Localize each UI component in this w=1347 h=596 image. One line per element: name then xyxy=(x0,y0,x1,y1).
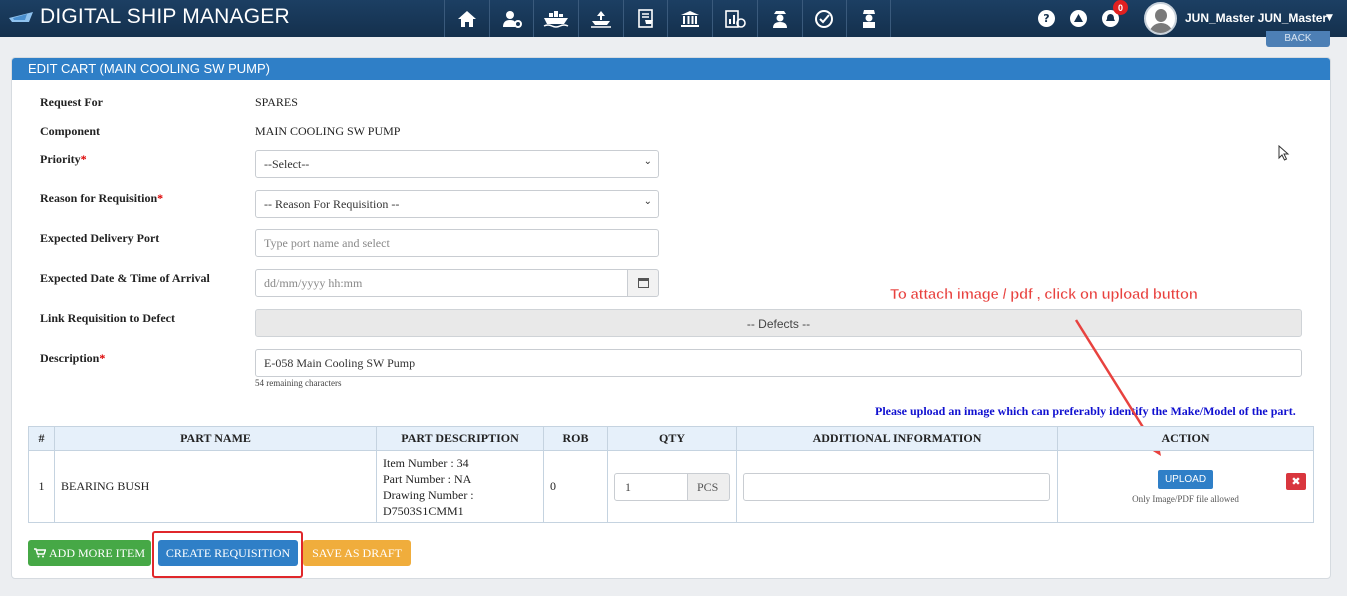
cart-list-icon[interactable] xyxy=(622,0,668,37)
ship-upload-icon[interactable] xyxy=(578,0,623,37)
bank-icon[interactable] xyxy=(667,0,712,37)
delivery-port-placeholder: Type port name and select xyxy=(264,236,390,250)
check-badge-icon[interactable] xyxy=(801,0,847,37)
close-icon: ✖ xyxy=(1291,475,1301,488)
ship-logo-icon xyxy=(9,12,33,22)
arrival-label: Expected Date & Time of Arrival xyxy=(40,271,210,285)
reason-label: Reason for Requisition* xyxy=(40,191,164,205)
header-actions: ? 0 xyxy=(1038,0,1128,37)
parts-table: # PART NAME PART DESCRIPTION ROB QTY ADD… xyxy=(28,426,1314,523)
notification-count-badge: 0 xyxy=(1113,0,1128,15)
chevron-down-icon: ⌄ xyxy=(643,196,652,207)
ship-icon[interactable] xyxy=(533,0,578,37)
qty-input[interactable]: 1 xyxy=(614,472,688,501)
save-as-draft-button[interactable]: SAVE AS DRAFT xyxy=(303,540,411,566)
reason-select[interactable]: -- Reason For Requisition -- ⌄ xyxy=(255,190,659,218)
description-label: Description* xyxy=(40,351,106,365)
component-label: Component xyxy=(40,124,101,138)
rob-value: 0 xyxy=(543,450,608,523)
reason-selected-value: -- Reason For Requisition -- xyxy=(264,197,400,211)
part-name: BEARING BUSH xyxy=(54,450,377,523)
description-value: E-058 Main Cooling SW Pump xyxy=(264,356,416,370)
captain-icon[interactable] xyxy=(846,0,891,37)
remaining-characters: 54 remaining characters xyxy=(255,378,342,388)
delivery-port-input[interactable]: Type port name and select xyxy=(255,229,659,257)
home-icon[interactable] xyxy=(444,0,489,37)
delivery-port-label: Expected Delivery Port xyxy=(40,231,160,245)
app-title: DIGITAL SHIP MANAGER xyxy=(40,5,290,28)
row-index: 1 xyxy=(28,450,55,523)
col-qty: QTY xyxy=(607,426,737,451)
drawing-number-label: Drawing Number : xyxy=(383,487,474,502)
priority-label: Priority* xyxy=(40,152,87,166)
alert-icon[interactable] xyxy=(1070,10,1087,27)
request-for-value: SPARES xyxy=(255,95,298,109)
mouse-cursor-icon xyxy=(1278,145,1290,161)
table-row: 1 BEARING BUSH Item Number : 34 Part Num… xyxy=(28,450,1314,523)
annotation-text: To attach image / pdf , click on upload … xyxy=(890,286,1198,304)
calendar-icon xyxy=(637,278,649,288)
main-nav xyxy=(444,0,891,37)
part-description: Item Number : 34 Part Number : NA Drawin… xyxy=(376,450,544,523)
priority-selected-value: --Select-- xyxy=(264,157,310,171)
help-icon[interactable]: ? xyxy=(1038,10,1055,27)
component-value: MAIN COOLING SW PUMP xyxy=(255,124,401,138)
arrival-datetime-input[interactable]: dd/mm/yyyy hh:mm xyxy=(255,269,628,297)
user-settings-icon[interactable] xyxy=(488,0,534,37)
request-for-label: Request For xyxy=(40,95,103,109)
action-cell: UPLOAD Only Image/PDF file allowed xyxy=(1057,450,1314,523)
defect-label: Link Requisition to Defect xyxy=(40,311,175,325)
annotation-highlight-box xyxy=(152,531,303,578)
col-part-name: PART NAME xyxy=(54,426,377,451)
arrival-placeholder: dd/mm/yyyy hh:mm xyxy=(264,276,363,290)
part-number: Part Number : NA xyxy=(383,471,472,486)
back-button[interactable]: BACK xyxy=(1266,31,1330,47)
delete-row-button[interactable]: ✖ xyxy=(1286,473,1306,490)
top-navigation-bar: DIGITAL SHIP MANAGER ? 0 JUN_Master JUN_… xyxy=(0,0,1347,37)
notification-icon[interactable]: 0 xyxy=(1102,0,1128,27)
col-index: # xyxy=(28,426,55,451)
add-more-item-label: ADD MORE ITEM xyxy=(49,545,145,560)
upload-note: Only Image/PDF file allowed xyxy=(1132,493,1239,504)
col-part-description: PART DESCRIPTION xyxy=(376,426,544,451)
panel-title: EDIT CART (MAIN COOLING SW PUMP) xyxy=(12,58,1330,80)
qty-cell: 1 PCS xyxy=(607,450,737,523)
qty-unit: PCS xyxy=(688,472,730,501)
priority-select[interactable]: --Select-- ⌄ xyxy=(255,150,659,178)
col-rob: ROB xyxy=(543,426,608,451)
chevron-down-icon: ⌄ xyxy=(643,156,652,167)
additional-info-cell xyxy=(736,450,1058,523)
col-additional-info: ADDITIONAL INFORMATION xyxy=(736,426,1058,451)
cart-icon xyxy=(34,548,46,558)
avatar[interactable] xyxy=(1144,2,1177,35)
drawing-number-value: D7503S1CMM1 xyxy=(383,503,464,518)
table-header-row: # PART NAME PART DESCRIPTION ROB QTY ADD… xyxy=(28,426,1314,451)
col-action: ACTION xyxy=(1057,426,1314,451)
additional-info-input[interactable] xyxy=(743,472,1050,501)
chevron-down-icon[interactable]: ▼ xyxy=(1326,13,1333,23)
upload-button[interactable]: UPLOAD xyxy=(1157,469,1214,489)
calendar-button[interactable] xyxy=(627,269,659,297)
user-name[interactable]: JUN_Master JUN_Master xyxy=(1185,11,1327,25)
add-more-item-button[interactable]: ADD MORE ITEM xyxy=(28,540,151,566)
crew-icon[interactable] xyxy=(756,0,802,37)
chart-report-icon[interactable] xyxy=(712,0,757,37)
item-number: Item Number : 34 xyxy=(383,455,469,470)
